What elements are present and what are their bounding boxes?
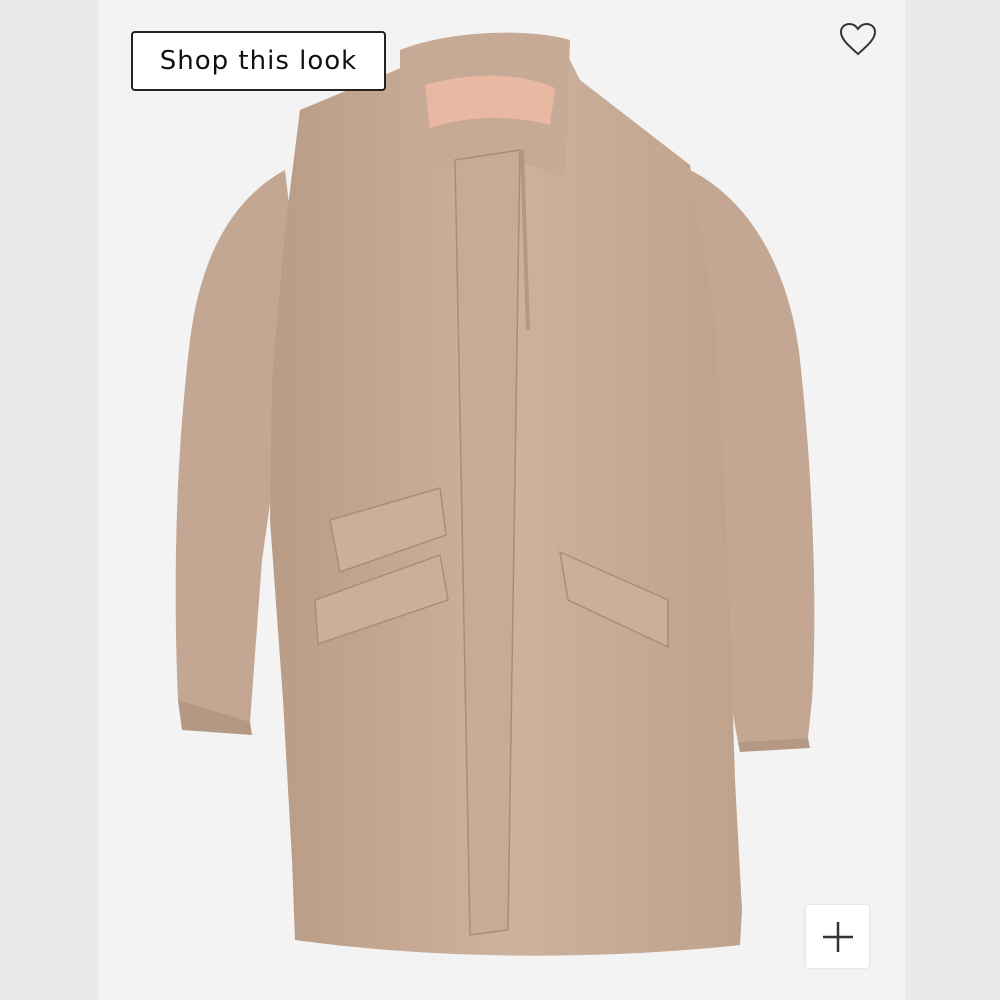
product-image-viewer: Shop this look <box>0 0 1000 1000</box>
coat-illustration <box>175 32 815 956</box>
shop-this-look-label: Shop this look <box>159 46 358 76</box>
shop-this-look-button[interactable]: Shop this look <box>131 31 386 91</box>
add-button[interactable] <box>806 905 869 968</box>
plus-icon <box>822 921 853 952</box>
favorite-button[interactable] <box>834 16 882 62</box>
heart-icon <box>839 22 877 56</box>
